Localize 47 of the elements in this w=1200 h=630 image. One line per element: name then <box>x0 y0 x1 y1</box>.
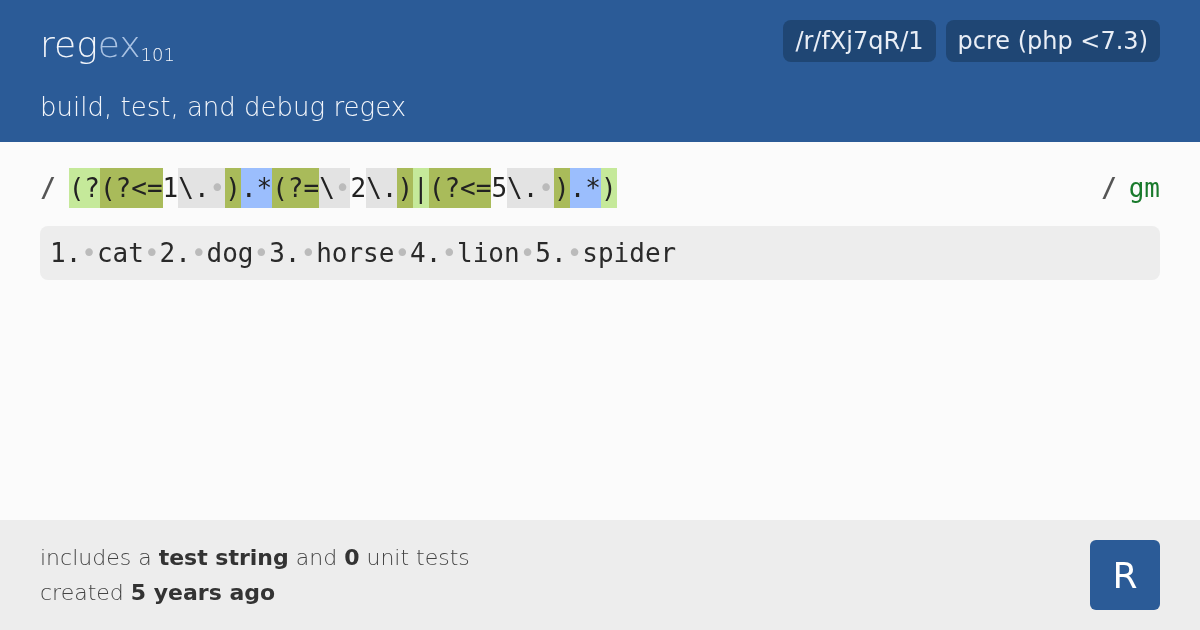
regex-delimiter: / <box>1101 173 1117 203</box>
lookaround-token: ) <box>225 168 241 208</box>
quantifier-token: .* <box>569 168 601 208</box>
test-text: lion <box>457 238 520 268</box>
info-text: includes a test string and 0 unit tests <box>40 544 470 572</box>
lookaround-token: ) <box>554 168 570 208</box>
tagline: build, test, and debug regex <box>40 92 407 122</box>
info-text: created 5 years ago <box>40 579 277 607</box>
test-text: 1. <box>50 238 82 268</box>
literal-token: 2 <box>350 172 367 205</box>
avatar: R <box>1090 540 1160 610</box>
test-text: cat <box>96 238 144 268</box>
escape-token: \ <box>319 168 335 208</box>
test-text: dog <box>206 238 254 268</box>
lookaround-token: (?<= <box>428 168 492 208</box>
lookaround-token: ) <box>397 168 414 208</box>
space-marker: • <box>143 238 160 268</box>
test-text: 4. <box>410 238 442 268</box>
badge: /r/fXj7qR/1 <box>783 20 936 62</box>
test-text: 2. <box>159 238 191 268</box>
space-marker: • <box>538 168 554 208</box>
lookaround-token: (?<= <box>99 168 163 208</box>
group-token: (? <box>68 168 100 208</box>
space-marker: • <box>190 238 207 268</box>
group-token: | <box>413 168 429 208</box>
badge: pcre (php <7.3) <box>945 20 1160 62</box>
literal-token: 1 <box>162 172 179 205</box>
lookaround-token: (?= <box>272 168 320 208</box>
space-marker: • <box>441 238 458 268</box>
test-text: 5. <box>535 238 567 268</box>
space-marker: • <box>519 238 536 268</box>
space-marker: • <box>566 238 583 268</box>
escape-token: \. <box>178 168 210 208</box>
regex-flags: gm <box>1128 173 1160 203</box>
test-text: 3. <box>269 238 301 268</box>
regex-delimiter: / <box>40 173 56 203</box>
escape-token: \. <box>366 168 398 208</box>
space-marker: • <box>253 238 270 268</box>
space-marker: • <box>81 238 97 268</box>
space-marker: • <box>394 238 411 268</box>
literal-token: 5 <box>491 172 508 205</box>
test-text: horse <box>316 238 395 268</box>
test-text: spider <box>582 238 677 268</box>
space-marker: • <box>300 238 317 268</box>
quantifier-token: .* <box>240 168 273 208</box>
escape-token: \. <box>507 168 539 208</box>
logo: regex$_{101}$ <box>40 23 176 67</box>
